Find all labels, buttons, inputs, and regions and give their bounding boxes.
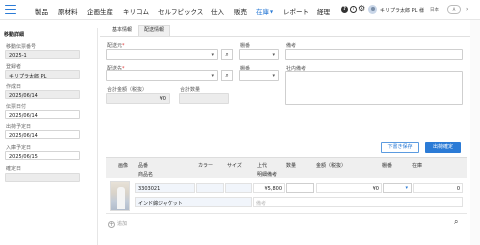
remarks-label: 備考 xyxy=(286,43,297,49)
info-icon[interactable]: i xyxy=(350,6,357,13)
chevron-down-icon: ▼ xyxy=(270,9,274,14)
search-icon[interactable]: ⌕ xyxy=(454,217,458,227)
from-label: 配送元* xyxy=(107,42,125,49)
scrollbar[interactable] xyxy=(470,20,480,245)
left-panel: 移動詳細 移動伝票番号 2025-1 登録者 キリプラ太郎 PL 作成日 202… xyxy=(0,28,98,245)
ship-date-label: 出荷予定日 xyxy=(6,124,32,130)
total-qty-field xyxy=(179,93,229,104)
color-cell[interactable] xyxy=(196,183,224,193)
table-header: 画像 品番 カラー サイズ 上代 数量 金額（税抜） 棚番 在庫 商品名 明細備… xyxy=(106,157,467,178)
nav-item-kiricom[interactable]: キリコム xyxy=(123,6,149,16)
col-size: サイズ xyxy=(227,163,242,169)
total-qty-label: 合計数量 xyxy=(180,87,201,93)
internal-remarks-field[interactable] xyxy=(285,71,463,105)
slip-number-field: 2025-1 xyxy=(5,50,80,59)
nav-item-products[interactable]: 製品 xyxy=(35,6,48,16)
confirm-ship-button[interactable]: 出荷確定 xyxy=(425,142,461,153)
chevron-down-icon: ▾ xyxy=(211,73,214,79)
tab-basic-info[interactable]: 基本情報 xyxy=(108,25,136,36)
left-panel-title: 移動詳細 xyxy=(4,32,25,38)
language-label: 日本 xyxy=(430,8,439,13)
arrival-date-field[interactable]: 2025/06/15 xyxy=(5,151,80,160)
slip-date-label: 伝票日付 xyxy=(6,104,27,110)
tab-shipping-info[interactable]: 配送情報 xyxy=(138,25,170,36)
nav-item-purchase[interactable]: 仕入 xyxy=(211,6,224,16)
avatar[interactable] xyxy=(368,5,377,14)
col-line-note: 明細備考 xyxy=(257,172,278,178)
total-amount-field: ¥0 xyxy=(106,93,170,104)
shelf-select[interactable]: ▾ xyxy=(383,183,412,193)
nav-item-accounting[interactable]: 経理 xyxy=(317,6,330,16)
chevron-down-icon: ▾ xyxy=(272,73,275,79)
retail-price-cell: ¥5,800 xyxy=(253,183,285,193)
user-name[interactable]: キリプラ太郎 PL 様 xyxy=(380,7,424,14)
size-cell[interactable] xyxy=(225,183,252,193)
tab-divider xyxy=(100,36,470,37)
nav-item-report[interactable]: レポート xyxy=(283,6,309,16)
confirmed-date-field xyxy=(5,173,80,182)
product-image[interactable] xyxy=(110,181,130,211)
search-icon: ⌕ xyxy=(225,72,229,79)
created-date-field: 2025/06/14 xyxy=(5,90,80,99)
nav-item-inventory[interactable]: 在庫▼ xyxy=(256,6,273,16)
arrival-date-label: 入庫予定日 xyxy=(6,145,32,151)
amount-cell: ¥0 xyxy=(316,183,382,193)
confirmed-date-label: 確定日 xyxy=(6,166,22,172)
col-image: 画像 xyxy=(118,163,129,169)
qty-input[interactable] xyxy=(286,183,314,193)
nav-item-planning[interactable]: 企画生産 xyxy=(87,6,113,16)
col-qty: 数量 xyxy=(286,163,297,169)
chevron-down-icon: ▾ xyxy=(211,52,214,58)
slip-date-field[interactable]: 2025/06/14 xyxy=(5,110,80,119)
nav-item-sales[interactable]: 販売 xyxy=(234,6,247,16)
created-date-label: 作成日 xyxy=(6,84,22,90)
top-nav: 製品 原材料 企画生産 キリコム セルフピックス 仕入 販売 在庫▼ レポート … xyxy=(0,0,480,20)
col-shelf: 棚番 xyxy=(382,163,393,169)
nav-item-materials[interactable]: 原材料 xyxy=(58,6,78,16)
add-row-label: 追加 xyxy=(117,221,128,227)
nav-item-inventory-label: 在庫 xyxy=(256,8,269,16)
col-retail-price: 上代 xyxy=(257,163,268,169)
nav-item-selfpicks[interactable]: セルフピックス xyxy=(158,6,203,16)
from-select[interactable]: ▾ xyxy=(106,49,218,60)
search-icon: ⌕ xyxy=(225,51,229,58)
remarks-field[interactable] xyxy=(285,49,463,60)
menu-icon[interactable] xyxy=(5,5,16,15)
product-name-cell[interactable]: インド綿ジャケット xyxy=(135,197,252,207)
to-select[interactable]: ▾ xyxy=(106,70,218,81)
col-product-name: 商品名 xyxy=(138,172,154,178)
col-amount: 金額（税抜） xyxy=(316,163,347,169)
language-toggle[interactable]: A xyxy=(447,5,461,14)
registrant-field: キリプラ太郎 PL xyxy=(5,70,80,79)
help-icon[interactable]: ? xyxy=(341,6,348,13)
chevron-down-icon: ▾ xyxy=(272,52,275,58)
to-search-button[interactable]: ⌕ xyxy=(221,70,233,81)
total-amount-label: 合計金額（税抜） xyxy=(107,87,148,93)
shelf1-select[interactable]: ▾ xyxy=(239,49,279,60)
stock-cell: 0 xyxy=(413,183,463,193)
chevron-down-icon: ▾ xyxy=(405,185,408,191)
col-color: カラー xyxy=(198,163,214,169)
plus-icon: + xyxy=(108,221,115,228)
col-stock: 在庫 xyxy=(412,163,423,169)
gear-icon[interactable]: ⚙ xyxy=(358,5,365,13)
registrant-label: 登録者 xyxy=(6,64,22,70)
col-sku: 品番 xyxy=(138,163,149,169)
sku-cell[interactable]: 3303021 xyxy=(135,183,195,193)
draft-save-button[interactable]: 下書き保存 xyxy=(381,142,419,153)
row-divider xyxy=(106,213,467,214)
chevron-right-icon[interactable]: › xyxy=(466,6,468,13)
shelf1-label: 棚番 xyxy=(240,43,251,49)
line-note-field[interactable]: 備考 xyxy=(253,197,463,207)
shelf2-select[interactable]: ▾ xyxy=(239,70,279,81)
add-row-button[interactable]: + 追加 xyxy=(108,220,127,228)
slip-number-label: 移動伝票番号 xyxy=(6,44,37,50)
ship-date-field[interactable]: 2025/06/14 xyxy=(5,130,80,139)
from-search-button[interactable]: ⌕ xyxy=(221,49,233,60)
